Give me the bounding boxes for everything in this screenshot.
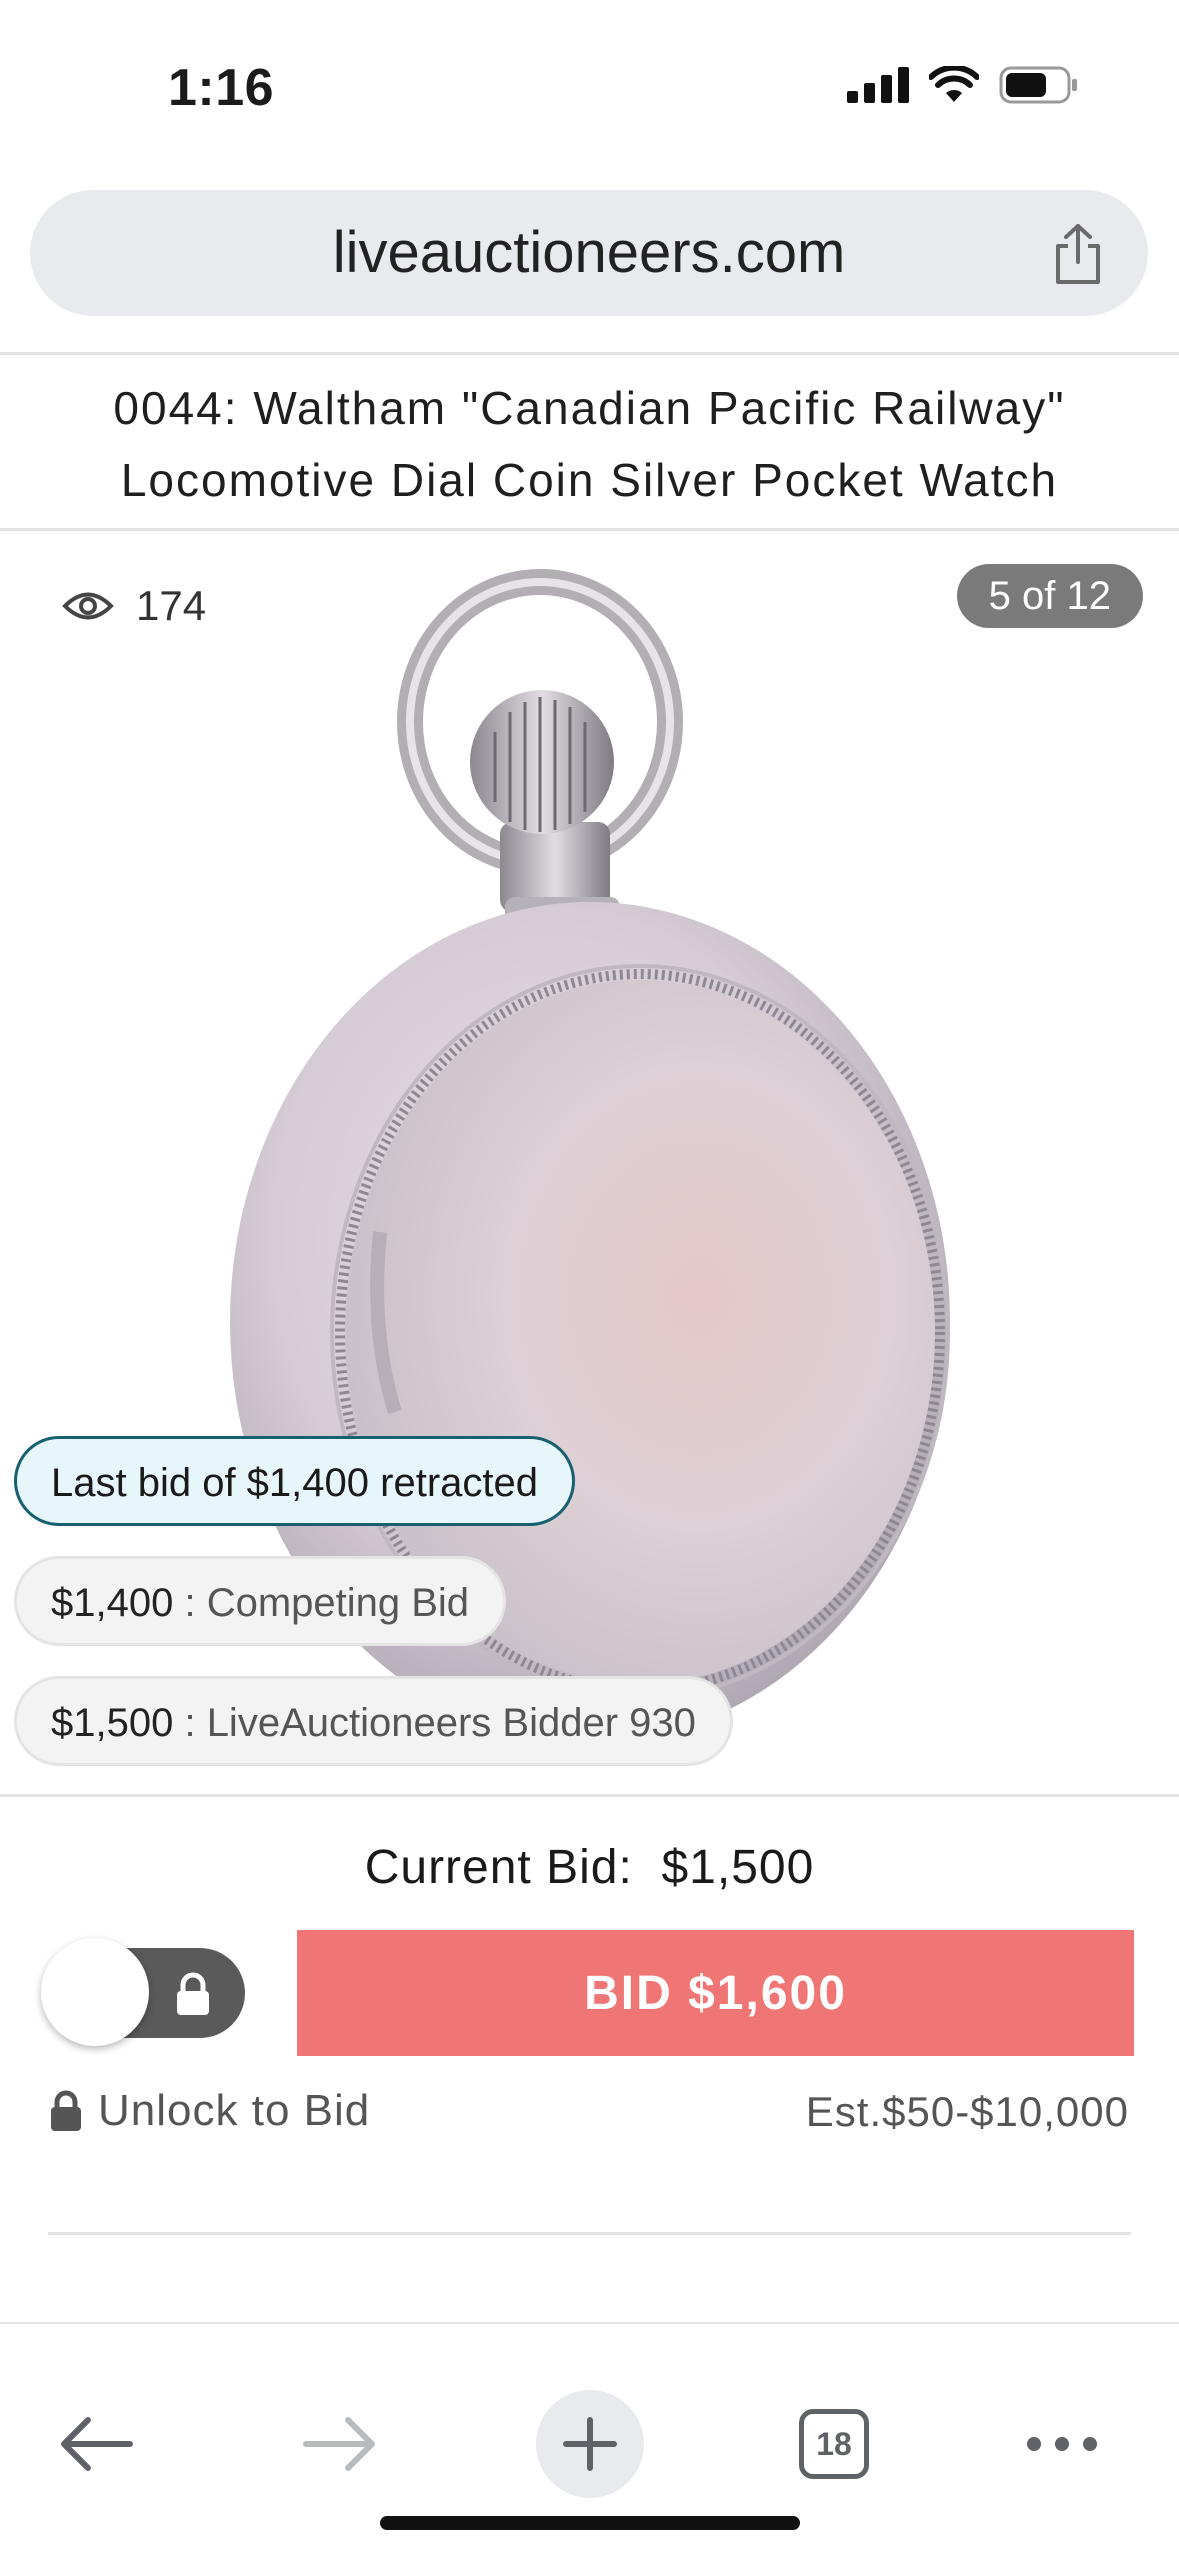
unlock-bid-toggle[interactable]: [41, 1938, 245, 2046]
lot-image-viewer[interactable]: 174 5 of 12 Last bid of $1,400 retracted…: [0, 532, 1179, 1794]
battery-icon: [999, 66, 1077, 104]
retracted-bid-notice: Last bid of $1,400 retracted: [14, 1436, 575, 1526]
share-icon[interactable]: [1048, 222, 1108, 286]
more-button[interactable]: [1002, 2384, 1122, 2504]
eye-icon: [62, 592, 114, 620]
bid-button[interactable]: BID $1,600: [297, 1930, 1134, 2056]
status-time: 1:16: [168, 59, 275, 117]
tabs-button[interactable]: 18: [774, 2384, 894, 2504]
status-icons: [847, 60, 1079, 110]
home-indicator: [380, 2516, 800, 2530]
current-bid: Current Bid: $1,500: [0, 1840, 1179, 1895]
forward-button[interactable]: [280, 2384, 400, 2504]
title-divider: [0, 528, 1179, 531]
view-count-value: 174: [136, 582, 207, 629]
plus-icon: [563, 2417, 617, 2471]
tabs-icon: 18: [799, 2409, 869, 2479]
view-count: 174: [62, 582, 206, 630]
back-arrow-icon: [61, 2417, 133, 2471]
new-tab-button[interactable]: [536, 2390, 644, 2498]
unlock-label[interactable]: Unlock to Bid: [98, 2086, 370, 2136]
signal-icon: [847, 67, 909, 103]
address-bar[interactable]: liveauctioneers.com: [30, 190, 1148, 316]
bid-feed-item: $1,500 : LiveAuctioneers Bidder 930: [14, 1676, 733, 1766]
bid-feed-item: $1,400 : Competing Bid: [14, 1556, 507, 1646]
bid-amount: $1,500: [51, 1701, 174, 1745]
current-bid-value: $1,500: [661, 1841, 815, 1894]
bidder-label: Competing Bid: [206, 1581, 470, 1625]
header-divider: [0, 352, 1179, 355]
bidder-label: LiveAuctioneers Bidder 930: [206, 1701, 696, 1745]
current-bid-label: Current Bid:: [364, 1841, 633, 1894]
more-icon: [1027, 2437, 1097, 2451]
back-button[interactable]: [36, 2384, 156, 2504]
bid-amount: $1,400: [51, 1581, 174, 1625]
forward-arrow-icon: [303, 2417, 375, 2471]
wifi-icon: [929, 66, 979, 102]
estimate: Est.$50-$10,000: [805, 2088, 1129, 2135]
url-text[interactable]: liveauctioneers.com: [30, 190, 1148, 316]
bid-panel-divider: [48, 2232, 1131, 2235]
image-counter: 5 of 12: [956, 564, 1143, 628]
toggle-knob[interactable]: [41, 1938, 149, 2046]
lock-icon: [177, 1972, 209, 2015]
lock-icon: [51, 2090, 81, 2131]
image-divider: [0, 1794, 1179, 1797]
lot-title: 0044: Waltham "Canadian Pacific Railway"…: [113, 382, 1066, 506]
unlock-to-bid[interactable]: Unlock to Bid: [48, 2086, 370, 2136]
